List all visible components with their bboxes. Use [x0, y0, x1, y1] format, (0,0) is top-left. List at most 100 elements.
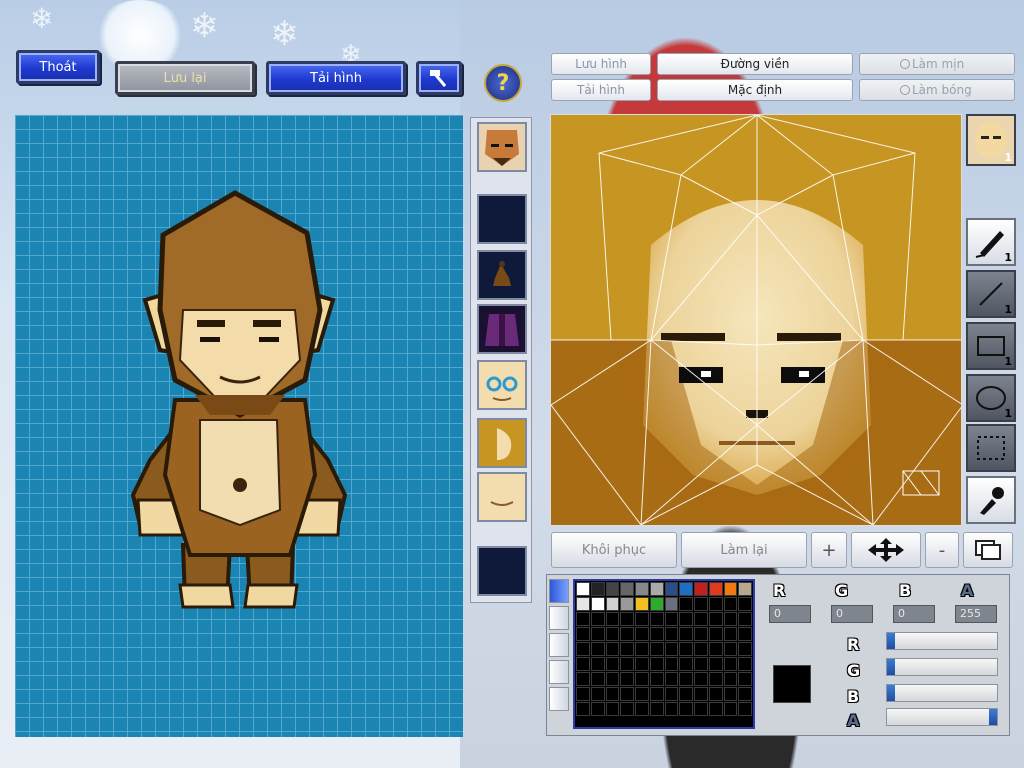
color-swatch[interactable] — [694, 672, 708, 686]
move-button[interactable] — [851, 532, 921, 568]
palette-tab-1[interactable] — [549, 579, 569, 603]
color-swatch[interactable] — [590, 612, 605, 626]
color-swatch[interactable] — [635, 612, 649, 626]
color-swatch[interactable] — [708, 612, 723, 626]
color-swatch[interactable] — [605, 657, 620, 671]
color-swatch[interactable] — [620, 702, 634, 716]
color-swatch[interactable] — [649, 657, 664, 671]
color-swatch[interactable] — [649, 672, 664, 686]
part-glasses-thumb[interactable] — [477, 360, 527, 410]
a-slider[interactable] — [886, 708, 998, 726]
color-swatch[interactable] — [664, 672, 679, 686]
a-value-field[interactable]: 255 — [955, 605, 997, 623]
color-swatch[interactable] — [679, 642, 693, 656]
color-swatch[interactable] — [679, 597, 693, 611]
color-swatch[interactable] — [590, 702, 605, 716]
color-swatch[interactable] — [576, 657, 590, 671]
color-swatch[interactable] — [738, 702, 752, 716]
color-swatch[interactable] — [620, 672, 634, 686]
outline-button[interactable]: Đường viền — [657, 53, 853, 75]
color-swatch[interactable] — [664, 642, 679, 656]
part-mouth-thumb[interactable] — [477, 472, 527, 522]
color-swatch[interactable] — [620, 657, 634, 671]
character-preview-canvas[interactable] — [15, 115, 463, 737]
color-swatch[interactable] — [605, 672, 620, 686]
b-value-field[interactable]: 0 — [893, 605, 935, 623]
color-swatch[interactable] — [694, 657, 708, 671]
color-swatch[interactable] — [694, 702, 708, 716]
color-swatch[interactable] — [576, 672, 590, 686]
color-swatch[interactable] — [635, 627, 649, 641]
shade-option[interactable]: Làm bóng — [859, 79, 1015, 101]
zoom-in-button[interactable]: + — [811, 532, 847, 568]
color-swatch[interactable] — [708, 702, 723, 716]
color-swatch[interactable] — [620, 687, 634, 701]
color-swatch[interactable] — [694, 687, 708, 701]
part-ear-thumb[interactable] — [477, 418, 527, 468]
color-swatch[interactable] — [723, 597, 738, 611]
color-swatch[interactable] — [635, 702, 649, 716]
r-value-field[interactable]: 0 — [769, 605, 811, 623]
color-swatch[interactable] — [679, 627, 693, 641]
help-button[interactable]: ? — [484, 64, 522, 102]
b-slider-knob[interactable] — [887, 685, 895, 701]
r-slider-knob[interactable] — [887, 633, 895, 649]
color-swatch[interactable] — [649, 627, 664, 641]
color-swatch[interactable] — [723, 702, 738, 716]
color-swatch[interactable] — [738, 657, 752, 671]
color-swatch[interactable] — [664, 657, 679, 671]
color-swatch[interactable] — [635, 687, 649, 701]
color-swatch[interactable] — [723, 582, 738, 596]
color-swatch[interactable] — [738, 687, 752, 701]
part-empty-slot[interactable] — [477, 194, 527, 244]
color-swatch[interactable] — [605, 627, 620, 641]
load-image-button[interactable]: Tải hình — [551, 79, 651, 101]
color-swatch[interactable] — [664, 597, 679, 611]
save-button[interactable]: Lưu lại — [115, 61, 255, 95]
color-swatch[interactable] — [576, 687, 590, 701]
color-swatch[interactable] — [605, 597, 620, 611]
color-swatch[interactable] — [620, 642, 634, 656]
color-swatch[interactable] — [590, 582, 605, 596]
color-swatch[interactable] — [708, 582, 723, 596]
color-swatch[interactable] — [679, 582, 693, 596]
color-swatch[interactable] — [664, 687, 679, 701]
g-slider-knob[interactable] — [887, 659, 895, 675]
zoom-out-button[interactable]: - — [925, 532, 959, 568]
part-empty-slot[interactable] — [477, 546, 527, 596]
color-swatch[interactable] — [605, 582, 620, 596]
color-swatch[interactable] — [605, 687, 620, 701]
color-swatch[interactable] — [635, 657, 649, 671]
eyedropper-tool[interactable] — [966, 476, 1016, 524]
color-swatch[interactable] — [649, 597, 664, 611]
color-swatch[interactable] — [694, 582, 708, 596]
color-swatch[interactable] — [664, 612, 679, 626]
color-swatch[interactable] — [738, 627, 752, 641]
color-swatch[interactable] — [590, 642, 605, 656]
exit-button[interactable]: Thoát — [16, 50, 100, 84]
color-swatch[interactable] — [708, 642, 723, 656]
color-swatch[interactable] — [576, 642, 590, 656]
color-swatch[interactable] — [635, 642, 649, 656]
color-swatch[interactable] — [576, 612, 590, 626]
palette-tab-5[interactable] — [549, 687, 569, 711]
color-swatch[interactable] — [708, 597, 723, 611]
color-swatch[interactable] — [590, 687, 605, 701]
color-swatch[interactable] — [620, 597, 634, 611]
palette-tab-4[interactable] — [549, 660, 569, 684]
default-button[interactable]: Mặc định — [657, 79, 853, 101]
color-swatch[interactable] — [576, 702, 590, 716]
line-tool[interactable]: 1 — [966, 270, 1016, 318]
color-swatch[interactable] — [738, 642, 752, 656]
hammer-button[interactable] — [416, 61, 462, 95]
swatch-grid[interactable] — [573, 579, 755, 729]
color-swatch[interactable] — [723, 657, 738, 671]
color-swatch[interactable] — [723, 642, 738, 656]
color-swatch[interactable] — [723, 672, 738, 686]
color-swatch[interactable] — [664, 582, 679, 596]
color-swatch[interactable] — [590, 672, 605, 686]
color-swatch[interactable] — [605, 702, 620, 716]
head-part-button[interactable]: 1 — [966, 114, 1016, 166]
color-swatch[interactable] — [679, 612, 693, 626]
color-swatch[interactable] — [649, 687, 664, 701]
